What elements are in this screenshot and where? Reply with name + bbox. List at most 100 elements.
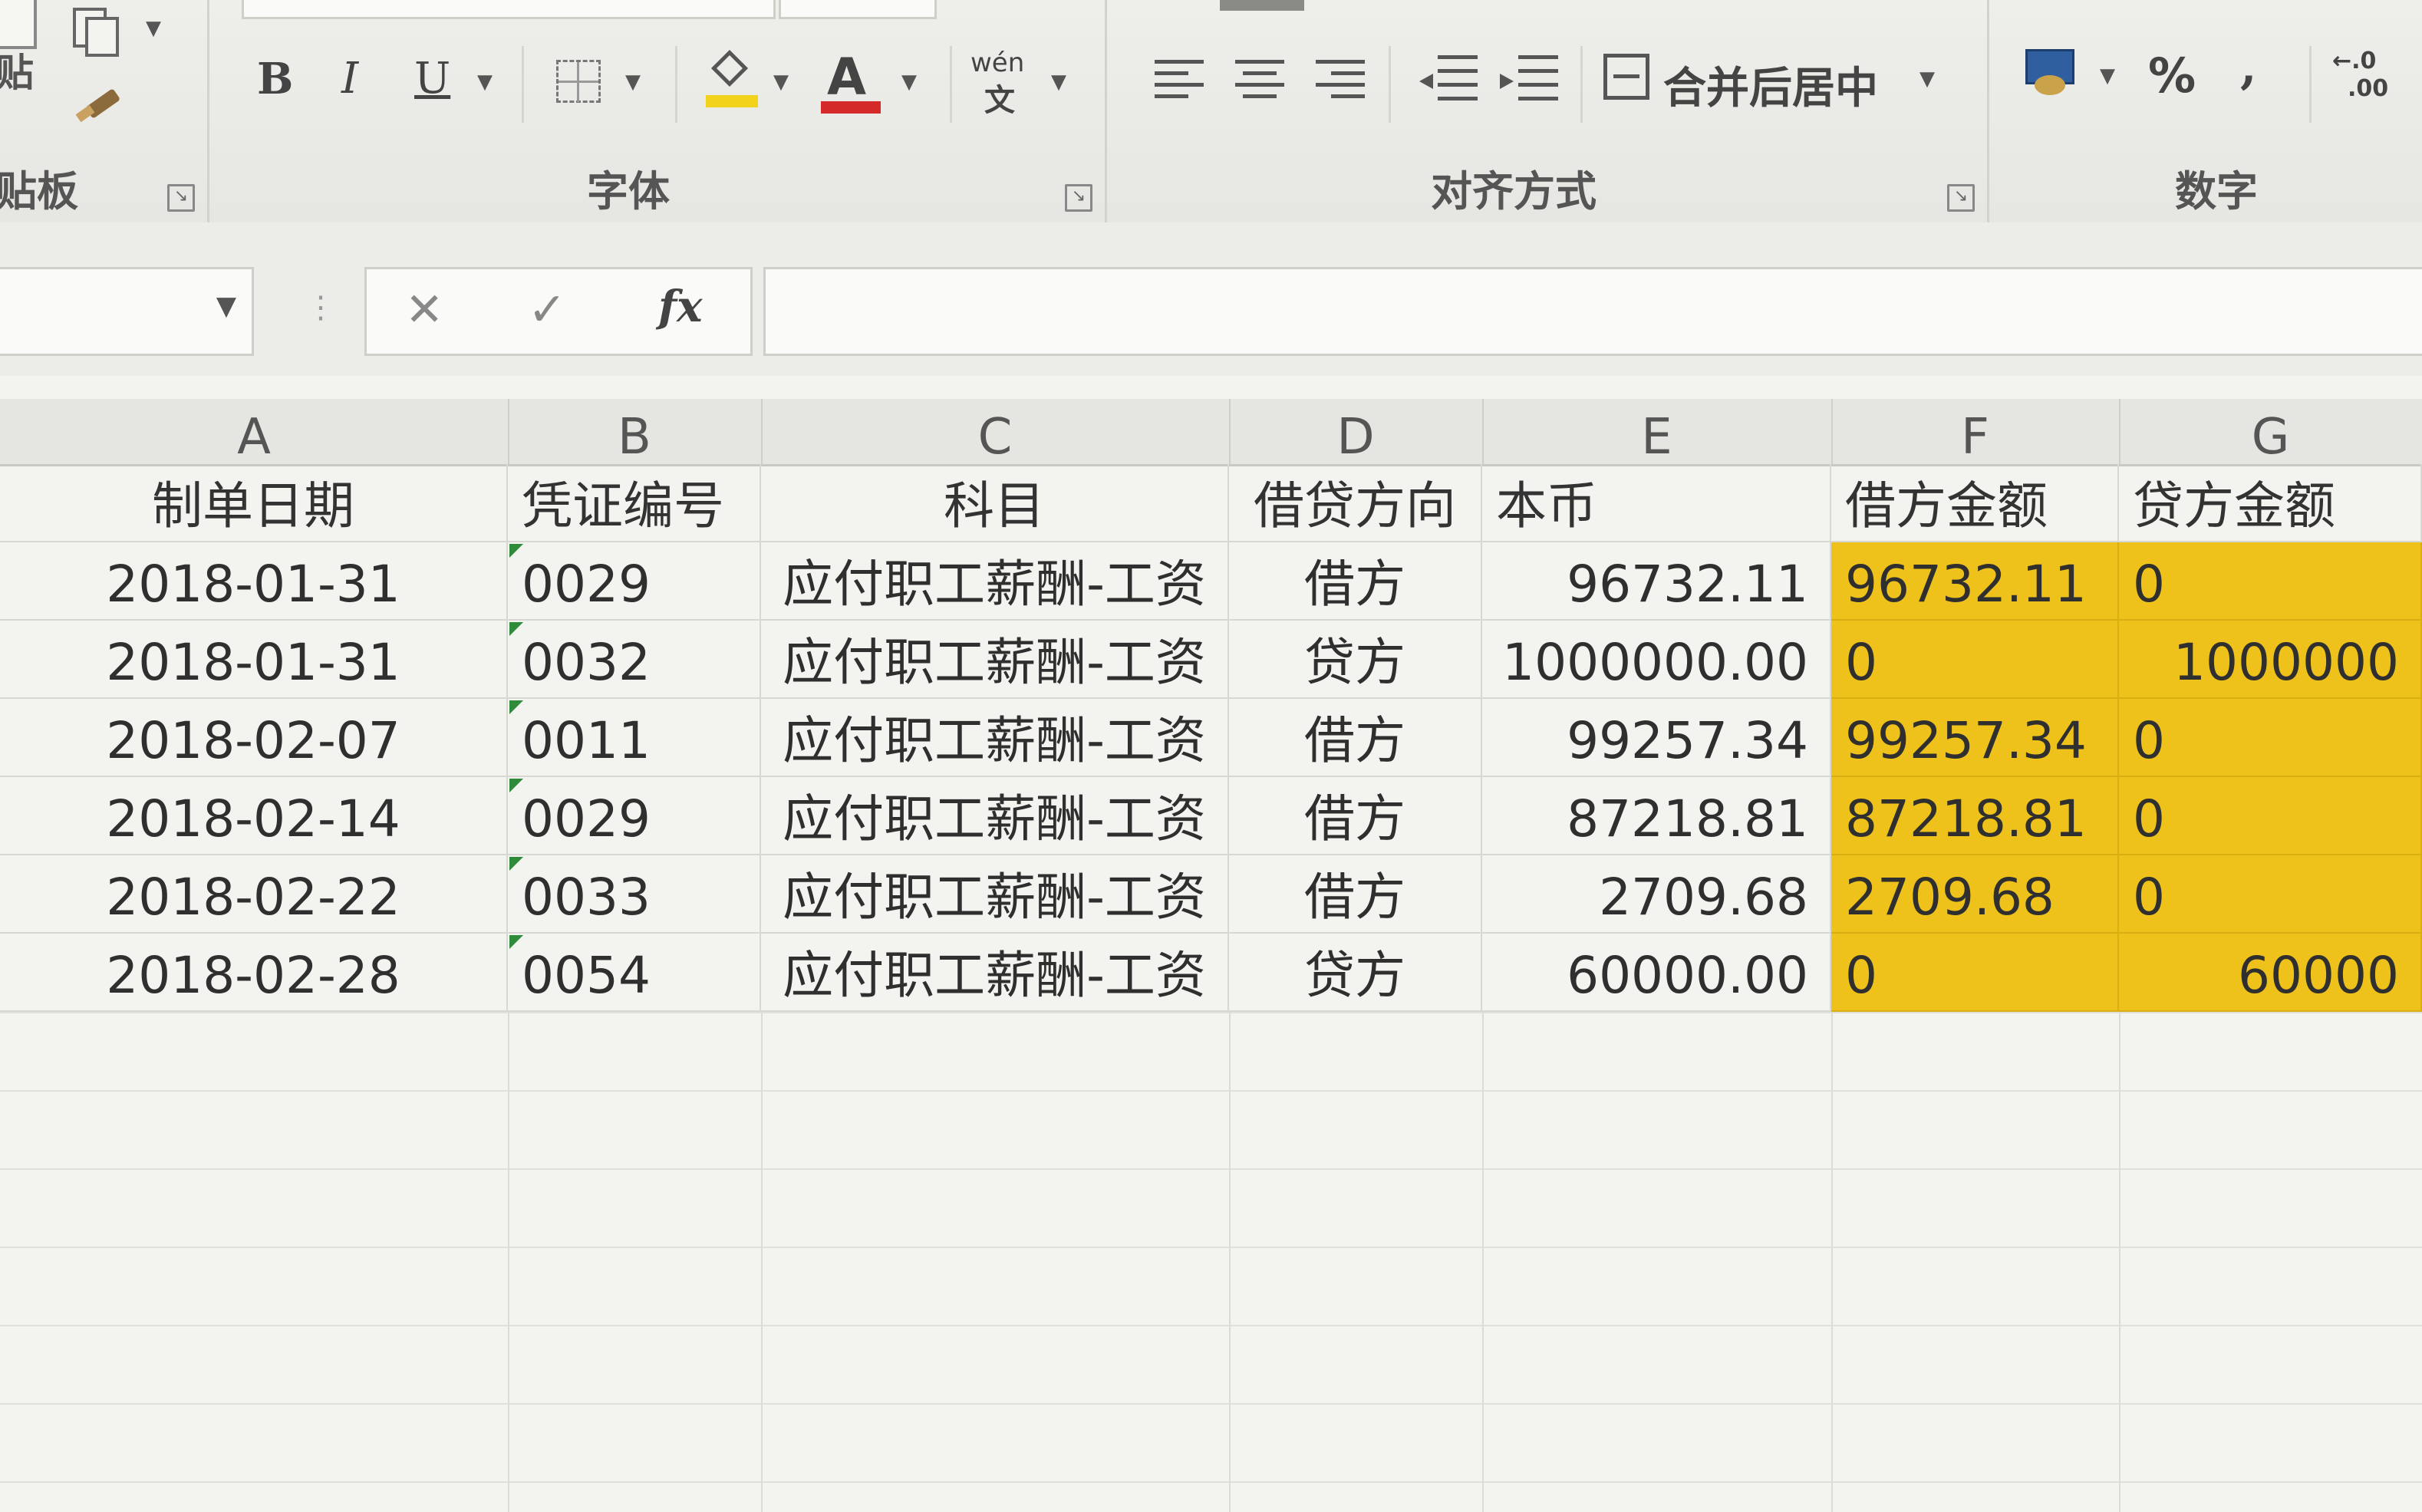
name-box[interactable]: ▼ xyxy=(0,267,254,356)
bold-button[interactable]: B xyxy=(257,54,293,104)
font-size-box[interactable] xyxy=(779,0,937,19)
header-cell-date[interactable]: 制单日期 xyxy=(0,464,508,542)
decimal-button[interactable]: ←.0 .00 xyxy=(2332,48,2409,109)
cell-debit[interactable]: 96732.11 xyxy=(1831,542,2119,621)
cell-credit[interactable]: 1000000 xyxy=(2119,621,2422,699)
cell-amount[interactable]: 96732.11 xyxy=(1482,542,1831,621)
column-header-a[interactable]: A xyxy=(0,399,509,466)
enter-button[interactable]: ✓ xyxy=(528,283,566,337)
cell-amount[interactable]: 1000000.00 xyxy=(1482,621,1831,699)
cell-voucher[interactable]: 0032 xyxy=(508,621,761,699)
copy-icon[interactable] xyxy=(73,8,119,57)
cell-date[interactable]: 2018-02-28 xyxy=(0,934,508,1012)
cell-direction[interactable]: 贷方 xyxy=(1229,934,1482,1012)
column-header-g[interactable]: G xyxy=(2119,399,2422,466)
font-name-box[interactable] xyxy=(242,0,776,19)
cell-account[interactable]: 应付职工薪酬-工资 xyxy=(761,777,1229,855)
cell-date[interactable]: 2018-01-31 xyxy=(0,542,508,621)
column-header-d[interactable]: D xyxy=(1229,399,1484,466)
align-center-icon[interactable] xyxy=(1235,60,1284,101)
cell-account[interactable]: 应付职工薪酬-工资 xyxy=(761,542,1229,621)
cell-voucher[interactable]: 0033 xyxy=(508,855,761,934)
cell-debit[interactable]: 0 xyxy=(1831,934,2119,1012)
italic-button[interactable]: I xyxy=(341,54,358,104)
cell-account[interactable]: 应付职工薪酬-工资 xyxy=(761,621,1229,699)
phonetic-guide-icon[interactable]: wén 文 xyxy=(970,48,1040,118)
cell-amount[interactable]: 2709.68 xyxy=(1482,855,1831,934)
cell-voucher[interactable]: 0029 xyxy=(508,542,761,621)
ribbon: 贴 ▼ 贴板 ↘ B I U ▼ ▼ ▼ A ▼ wén 文 ▼ 字体 ↘ 合并… xyxy=(0,0,2422,224)
cell-voucher[interactable]: 0054 xyxy=(508,934,761,1012)
cell-debit[interactable]: 87218.81 xyxy=(1831,777,2119,855)
phonetic-dropdown-icon[interactable]: ▼ xyxy=(1051,71,1066,94)
cell-voucher[interactable]: 0011 xyxy=(508,699,761,777)
paste-label[interactable]: 贴 xyxy=(0,42,34,97)
merge-center-button[interactable]: 合并后居中 xyxy=(1603,44,1941,114)
font-color-dropdown-icon[interactable]: ▼ xyxy=(901,71,917,94)
cell-account[interactable]: 应付职工薪酬-工资 xyxy=(761,855,1229,934)
fill-color-icon[interactable] xyxy=(706,49,760,112)
font-launcher-icon[interactable]: ↘ xyxy=(1065,184,1092,212)
cell-voucher[interactable]: 0029 xyxy=(508,777,761,855)
underline-dropdown-icon[interactable]: ▼ xyxy=(477,71,493,94)
alignment-launcher-icon[interactable]: ↘ xyxy=(1947,184,1975,212)
cell-direction[interactable]: 借方 xyxy=(1229,699,1482,777)
merge-center-dropdown-icon[interactable]: ▼ xyxy=(1919,68,1935,91)
cell-amount[interactable]: 60000.00 xyxy=(1482,934,1831,1012)
cell-date[interactable]: 2018-02-22 xyxy=(0,855,508,934)
column-header-c[interactable]: C xyxy=(761,399,1231,466)
font-color-icon[interactable]: A xyxy=(821,48,882,117)
cell-debit[interactable]: 0 xyxy=(1831,621,2119,699)
cell-credit[interactable]: 60000 xyxy=(2119,934,2422,1012)
cancel-button[interactable]: ✕ xyxy=(405,283,443,337)
formula-bar-grip-icon[interactable]: ⋮ xyxy=(305,290,336,325)
border-dropdown-icon[interactable]: ▼ xyxy=(625,71,641,94)
cell-account[interactable]: 应付职工薪酬-工资 xyxy=(761,699,1229,777)
fill-color-dropdown-icon[interactable]: ▼ xyxy=(773,71,789,94)
cell-debit[interactable]: 99257.34 xyxy=(1831,699,2119,777)
cell-credit[interactable]: 0 xyxy=(2119,855,2422,934)
cell-date[interactable]: 2018-02-07 xyxy=(0,699,508,777)
cell-amount[interactable]: 99257.34 xyxy=(1482,699,1831,777)
formula-input[interactable] xyxy=(763,267,2422,356)
copy-dropdown-icon[interactable]: ▼ xyxy=(146,17,161,40)
decrease-indent-icon[interactable] xyxy=(1419,55,1478,103)
cell-direction[interactable]: 借方 xyxy=(1229,855,1482,934)
insert-function-button[interactable]: fx xyxy=(658,282,702,332)
cell-date[interactable]: 2018-01-31 xyxy=(0,621,508,699)
accounting-dropdown-icon[interactable]: ▼ xyxy=(2100,64,2115,87)
align-left-icon[interactable] xyxy=(1155,60,1204,101)
column-header-b[interactable]: B xyxy=(508,399,763,466)
cell-credit[interactable]: 0 xyxy=(2119,699,2422,777)
header-cell-direction[interactable]: 借贷方向 xyxy=(1229,464,1482,542)
name-box-dropdown-icon[interactable]: ▼ xyxy=(216,291,236,321)
cell-direction[interactable]: 借方 xyxy=(1229,542,1482,621)
column-header-e[interactable]: E xyxy=(1482,399,1833,466)
border-icon[interactable] xyxy=(556,60,601,103)
header-cell-account[interactable]: 科目 xyxy=(761,464,1229,542)
number-group-label: 数字 xyxy=(2175,167,2258,216)
column-header-f[interactable]: F xyxy=(1831,399,2120,466)
cell-account[interactable]: 应付职工薪酬-工资 xyxy=(761,934,1229,1012)
cell-credit[interactable]: 0 xyxy=(2119,777,2422,855)
cell-date[interactable]: 2018-02-14 xyxy=(0,777,508,855)
comma-button[interactable]: , xyxy=(2240,38,2257,94)
worksheet[interactable]: A B C D E F G 制单日期 凭证编号 科目 借贷方向 本币 借方金额 贷方金额 20… xyxy=(0,376,2422,1512)
cell-direction[interactable]: 贷方 xyxy=(1229,621,1482,699)
percent-button[interactable]: % xyxy=(2148,48,2196,104)
underline-button[interactable]: U xyxy=(414,54,450,104)
clipboard-launcher-icon[interactable]: ↘ xyxy=(167,184,195,212)
alignment-group-label: 对齐方式 xyxy=(1431,167,1597,216)
header-cell-debit[interactable]: 借方金额 xyxy=(1831,464,2119,542)
cell-amount[interactable]: 87218.81 xyxy=(1482,777,1831,855)
header-cell-amount[interactable]: 本币 xyxy=(1482,464,1831,542)
format-painter-icon[interactable] xyxy=(75,83,123,123)
align-right-icon[interactable] xyxy=(1316,60,1365,101)
cell-direction[interactable]: 借方 xyxy=(1229,777,1482,855)
cell-credit[interactable]: 0 xyxy=(2119,542,2422,621)
accounting-format-icon[interactable] xyxy=(2025,44,2079,106)
header-cell-voucher[interactable]: 凭证编号 xyxy=(508,464,761,542)
cell-debit[interactable]: 2709.68 xyxy=(1831,855,2119,934)
increase-indent-icon[interactable] xyxy=(1500,55,1558,103)
header-cell-credit[interactable]: 贷方金额 xyxy=(2119,464,2422,542)
